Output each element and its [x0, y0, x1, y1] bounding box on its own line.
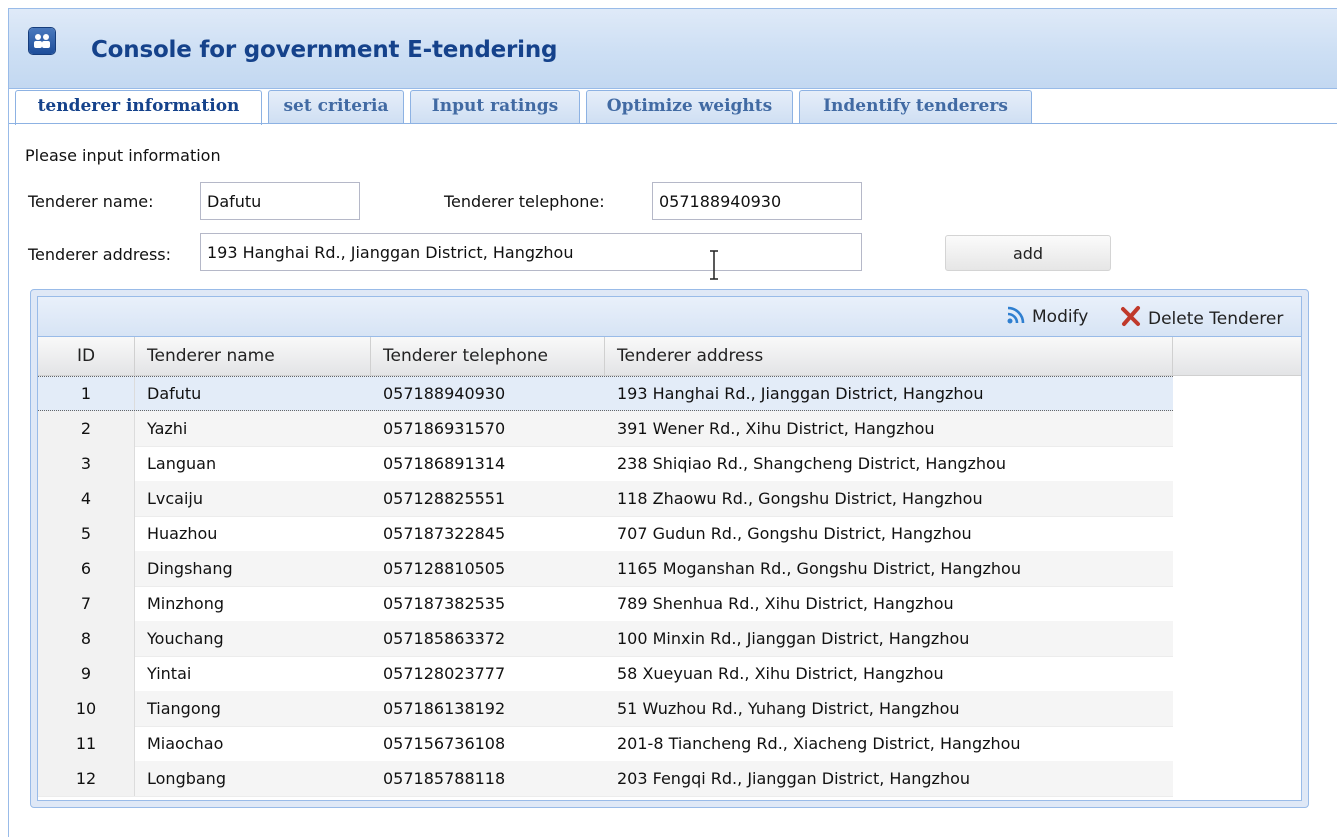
red-x-icon: [1121, 306, 1140, 326]
tab-identify-tenderers[interactable]: Indentify tenderers: [799, 90, 1032, 123]
address-cell: 707 Gudun Rd., Gongshu District, Hangzho…: [617, 524, 972, 543]
name-cell: Miaochao: [147, 734, 224, 753]
table-row[interactable]: 10 Tiangong 057186138192 51 Wuzhou Rd., Yuh…: [38, 691, 1173, 727]
address-cell: 201-8 Tiancheng Rd., Xiacheng District, …: [617, 734, 1021, 753]
table-row[interactable]: 2 Yazhi 057186931570 391 Wener Rd., Xihu Di…: [38, 411, 1173, 447]
id-cell: 2: [38, 411, 135, 446]
telephone-cell: 057128810505: [383, 559, 506, 578]
people-icon: [29, 28, 55, 54]
telephone-cell: 057128825551: [383, 489, 506, 508]
modify-button[interactable]: Modify: [1006, 305, 1088, 327]
delete-label: Delete Tenderer: [1148, 309, 1284, 329]
app-title: Console for government E-tendering: [91, 37, 558, 63]
id-cell: 5: [38, 516, 135, 551]
tab-tenderer-information[interactable]: tenderer information: [15, 90, 262, 125]
id-cell: 4: [38, 481, 135, 516]
name-cell: Longbang: [147, 769, 226, 788]
tab-bar: tenderer information set criteria Input …: [9, 88, 1337, 125]
id-cell: 12: [38, 761, 135, 796]
telephone-cell: 057187322845: [383, 524, 506, 543]
name-cell: Dingshang: [147, 559, 233, 578]
tab-strip-divider: [9, 123, 1337, 124]
tenderer-grid-panel: Modify Delete Tenderer ID Tenderer name …: [30, 289, 1309, 808]
table-row[interactable]: 11 Miaochao 057156736108 201-8 Tiancheng Rd…: [38, 726, 1173, 762]
telephone-cell: 057186891314: [383, 454, 506, 473]
tab-input-ratings[interactable]: Input ratings: [410, 90, 580, 123]
name-cell: Yazhi: [147, 419, 188, 438]
column-header-id[interactable]: ID: [38, 337, 135, 375]
telephone-label: Tenderer telephone:: [444, 192, 605, 211]
column-header-address[interactable]: Tenderer address: [605, 337, 1173, 375]
form-prompt: Please input information: [25, 146, 221, 165]
address-cell: 118 Zhaowu Rd., Gongshu District, Hangzh…: [617, 489, 983, 508]
address-cell: 789 Shenhua Rd., Xihu District, Hangzhou: [617, 594, 954, 613]
column-header-telephone[interactable]: Tenderer telephone: [371, 337, 605, 375]
id-cell: 10: [38, 691, 135, 726]
telephone-cell: 057187382535: [383, 594, 506, 613]
name-cell: Youchang: [147, 629, 224, 648]
id-cell: 8: [38, 621, 135, 656]
table-row[interactable]: 6 Dingshang 057128810505 1165 Moganshan Rd.…: [38, 551, 1173, 587]
column-header-name[interactable]: Tenderer name: [135, 337, 371, 375]
table-row[interactable]: 7 Minzhong 057187382535 789 Shenhua Rd., Xi…: [38, 586, 1173, 622]
modify-label: Modify: [1032, 307, 1089, 327]
table-row[interactable]: 9 Yintai 057128023777 58 Xueyuan Rd., Xihu …: [38, 656, 1173, 692]
table-row[interactable]: 5 Huazhou 057187322845 707 Gudun Rd., Gongs…: [38, 516, 1173, 552]
address-cell: 58 Xueyuan Rd., Xihu District, Hangzhou: [617, 664, 944, 683]
tab-optimize-weights[interactable]: Optimize weights: [586, 90, 793, 123]
name-cell: Languan: [147, 454, 217, 473]
id-cell: 3: [38, 446, 135, 481]
tenderer-grid: ID Tenderer name Tenderer telephone Tend…: [37, 336, 1302, 801]
name-cell: Minzhong: [147, 594, 225, 613]
name-cell: Tiangong: [147, 699, 221, 718]
name-cell: Lvcaiju: [147, 489, 204, 508]
id-cell: 6: [38, 551, 135, 586]
telephone-cell: 057128023777: [383, 664, 506, 683]
address-cell: 203 Fengqi Rd., Jianggan District, Hangz…: [617, 769, 971, 788]
telephone-cell: 057185863372: [383, 629, 506, 648]
telephone-cell: 057186931570: [383, 419, 506, 438]
name-cell: Yintai: [147, 664, 192, 683]
tenderer-address-input[interactable]: [200, 233, 862, 271]
delete-tenderer-button[interactable]: Delete Tenderer: [1120, 305, 1283, 329]
tenderer-name-input[interactable]: [200, 182, 360, 220]
address-cell: 391 Wener Rd., Xihu District, Hangzhou: [617, 419, 935, 438]
title-bar: Console for government E-tendering: [9, 9, 1337, 89]
rss-feed-icon: [1007, 306, 1025, 324]
id-cell: 7: [38, 586, 135, 621]
name-cell: Huazhou: [147, 524, 218, 543]
telephone-cell: 057188940930: [383, 384, 506, 403]
tenderer-telephone-input[interactable]: [652, 182, 862, 220]
table-row[interactable]: 4 Lvcaiju 057128825551 118 Zhaowu Rd., Gong…: [38, 481, 1173, 517]
address-cell: 100 Minxin Rd., Jianggan District, Hangz…: [617, 629, 970, 648]
table-row[interactable]: 8 Youchang 057185863372 100 Minxin Rd., Jia…: [38, 621, 1173, 657]
address-cell: 238 Shiqiao Rd., Shangcheng District, Ha…: [617, 454, 1006, 473]
id-cell: 9: [38, 656, 135, 691]
telephone-cell: 057185788118: [383, 769, 506, 788]
id-cell: 11: [38, 726, 135, 761]
grid-header: ID Tenderer name Tenderer telephone Tend…: [38, 337, 1301, 376]
id-cell: 1: [38, 377, 135, 410]
table-row[interactable]: 3 Languan 057186891314 238 Shiqiao Rd., Sha…: [38, 446, 1173, 482]
address-cell: 193 Hanghai Rd., Jianggan District, Hang…: [617, 384, 984, 403]
app-window: Console for government E-tendering tende…: [8, 8, 1337, 837]
telephone-cell: 057156736108: [383, 734, 506, 753]
telephone-cell: 057186138192: [383, 699, 506, 718]
table-row[interactable]: 12 Longbang 057185788118 203 Fengqi Rd., Ji…: [38, 761, 1173, 797]
address-label: Tenderer address:: [28, 245, 172, 264]
text-cursor-icon: [707, 249, 721, 285]
address-cell: 51 Wuzhou Rd., Yuhang District, Hangzhou: [617, 699, 960, 718]
name-label: Tenderer name:: [28, 192, 154, 211]
tab-set-criteria[interactable]: set criteria: [268, 90, 404, 123]
address-cell: 1165 Moganshan Rd., Gongshu District, Ha…: [617, 559, 1021, 578]
add-button[interactable]: add: [945, 235, 1111, 271]
grid-toolbar: Modify Delete Tenderer: [37, 296, 1302, 336]
name-cell: Dafutu: [147, 384, 202, 403]
table-row[interactable]: 1 Dafutu 057188940930 193 Hanghai Rd., Jian…: [38, 376, 1173, 411]
